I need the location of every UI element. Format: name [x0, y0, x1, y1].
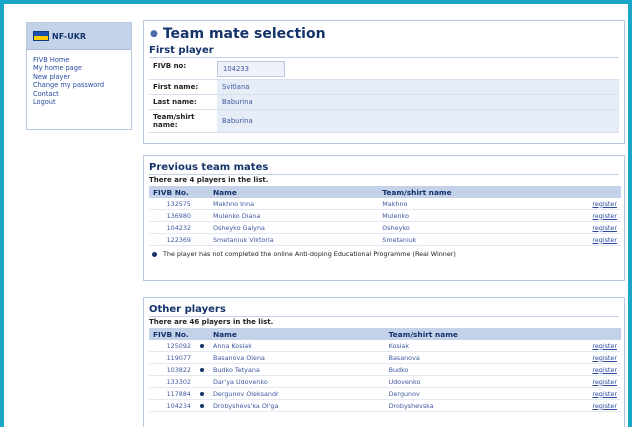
previous-count: There are 4 players in the list.	[149, 176, 269, 184]
first-player-form: FIVB no: 104233 First name: Svitlana Las…	[149, 59, 619, 133]
col-fivb-no: FIVB No.	[149, 328, 195, 340]
col-fivb-no: FIVB No.	[149, 186, 195, 198]
table-row: 104234 Drobyshevs'ka Ol'ga Drobyshevska reg…	[149, 399, 621, 412]
table-row: 103822 Budko Tetyana Budko register	[149, 363, 621, 376]
register-link[interactable]: register	[592, 402, 617, 410]
bullet-icon: ●	[150, 29, 158, 39]
table-row: 119077 Basanova Olena Basanova register	[149, 351, 621, 364]
register-link[interactable]: register	[592, 212, 617, 220]
field-first-name: First name: Svitlana	[149, 80, 619, 95]
register-link[interactable]: register	[592, 366, 617, 374]
other-title: Other players	[149, 302, 619, 317]
table-row: 125092 Anna Kosiak Kosiak register	[149, 340, 621, 352]
menu-contact[interactable]: Contact	[33, 90, 131, 98]
col-action	[569, 186, 621, 198]
bullet-icon	[200, 343, 204, 348]
brand-name: NF-UKR	[52, 31, 87, 41]
menu-my-home-page[interactable]: My home page	[33, 64, 131, 72]
table-row: 122369 Smetaniuk Viktoria Smetaniuk regi…	[149, 233, 621, 246]
bullet-icon	[200, 367, 204, 372]
register-link[interactable]: register	[592, 236, 617, 244]
col-name: Name	[209, 186, 379, 198]
menu-fivb-home[interactable]: FIVB Home	[33, 56, 131, 64]
table-row: 136980 Mulenko Diana Mulenko register	[149, 209, 621, 222]
register-link[interactable]: register	[592, 224, 617, 232]
bullet-icon	[152, 251, 157, 257]
first-name-value: Svitlana	[217, 80, 619, 94]
page-title: ● Team mate selection	[150, 26, 326, 42]
team-shirt-name-value: Baburina	[217, 110, 619, 132]
previous-team-mates-panel: Previous team mates There are 4 players …	[143, 155, 625, 281]
menu-logout[interactable]: Logout	[33, 98, 131, 106]
col-team: Team/shirt name	[384, 328, 569, 340]
table-row: 133302 Dar'ya Udovenko Udovenko register	[149, 375, 621, 388]
other-count: There are 46 players in the list.	[149, 318, 274, 326]
fivb-no-field[interactable]: 104233	[217, 61, 285, 77]
menu-new-player[interactable]: New player	[33, 73, 131, 81]
sidebar-menu: FIVB Home My home page New player Change…	[27, 50, 131, 106]
col-bullet	[195, 186, 209, 198]
register-link[interactable]: register	[592, 378, 617, 386]
first-player-title: First player	[149, 43, 619, 58]
col-action	[569, 328, 621, 340]
field-fivb-no: FIVB no: 104233	[149, 59, 619, 80]
flag-icon	[33, 31, 49, 41]
register-link[interactable]: register	[592, 200, 617, 208]
field-last-name: Last name: Baburina	[149, 95, 619, 110]
table-row: 117884 Dergunov Oleksandr Dergunov register	[149, 387, 621, 400]
menu-change-password[interactable]: Change my password	[33, 81, 131, 89]
register-link[interactable]: register	[592, 354, 617, 362]
other-table: FIVB No. Name Team/shirt name 125092 Anna…	[149, 328, 621, 412]
table-row: 104232 Osheyko Galyna Osheyko register	[149, 221, 621, 234]
table-row: 132575 Makhno Inna Makhno register	[149, 198, 621, 210]
col-team: Team/shirt name	[378, 186, 569, 198]
last-name-value: Baburina	[217, 95, 619, 109]
field-team-shirt-name: Team/shirt name: Baburina	[149, 110, 619, 133]
sidebar: NF-UKR FIVB Home My home page New player…	[26, 22, 132, 130]
previous-table: FIVB No. Name Team/shirt name 132575 Mak…	[149, 186, 621, 246]
register-link[interactable]: register	[592, 342, 617, 350]
brand-header: NF-UKR	[27, 23, 131, 50]
other-players-panel: Other players There are 46 players in th…	[143, 297, 625, 427]
col-bullet	[195, 328, 209, 340]
first-player-panel: ● Team mate selection First player FIVB …	[143, 20, 625, 144]
col-name: Name	[209, 328, 385, 340]
anti-doping-note: The player has not completed the online …	[152, 250, 619, 258]
bullet-icon	[200, 403, 204, 408]
register-link[interactable]: register	[592, 390, 617, 398]
previous-title: Previous team mates	[149, 160, 619, 175]
bullet-icon	[200, 391, 204, 396]
